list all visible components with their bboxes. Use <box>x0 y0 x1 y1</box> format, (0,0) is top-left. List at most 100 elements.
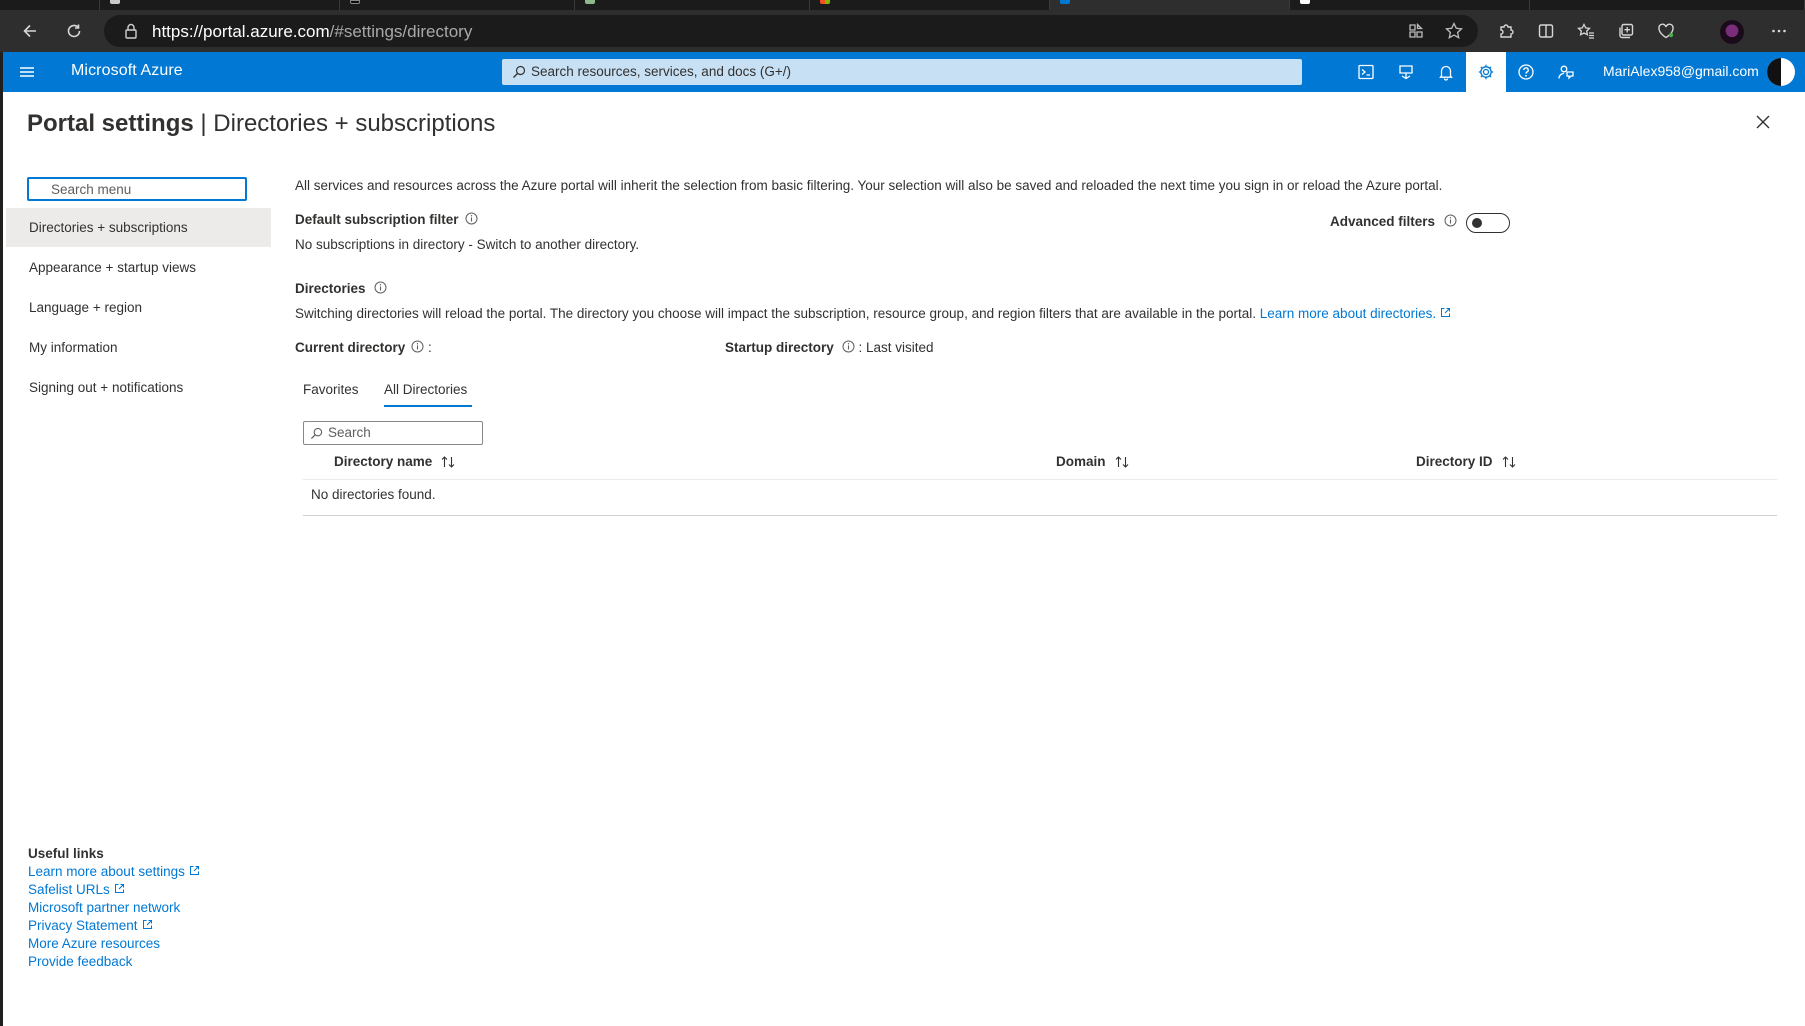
browser-tab[interactable] <box>1530 0 1805 10</box>
favorite-star-icon[interactable] <box>1444 21 1464 41</box>
url-text[interactable]: https://portal.azure.com/#settings/direc… <box>152 22 472 42</box>
provide-feedback-link[interactable]: Provide feedback <box>28 953 200 971</box>
directories-description-text: Switching directories will reload the po… <box>295 306 1256 321</box>
hamburger-menu-icon[interactable] <box>17 63 37 81</box>
back-arrow-icon <box>23 24 36 38</box>
tab-favicon-icon <box>1060 0 1070 4</box>
cloud-shell-button[interactable] <box>1346 52 1386 92</box>
puzzle-icon <box>1500 24 1514 38</box>
learn-directories-link[interactable]: Learn more about directories. <box>1260 306 1451 321</box>
feedback-person-icon <box>1558 65 1574 80</box>
settings-button[interactable] <box>1466 52 1506 92</box>
heart-pulse-icon <box>1658 23 1674 39</box>
browser-tab[interactable] <box>340 0 575 10</box>
learn-settings-link[interactable]: Learn more about settings <box>28 863 200 881</box>
more-azure-resources-link[interactable]: More Azure resources <box>28 935 200 953</box>
directory-search-input[interactable]: Search <box>303 421 483 445</box>
browser-essentials-button[interactable] <box>1652 17 1680 45</box>
url-host: https://portal.azure.com <box>152 22 330 41</box>
account-avatar[interactable] <box>1767 58 1795 86</box>
directory-switch-button[interactable] <box>1386 52 1426 92</box>
split-screen-button[interactable] <box>1532 17 1560 45</box>
external-link-icon <box>189 866 199 875</box>
tab-favicon-icon <box>110 0 120 4</box>
partner-network-link[interactable]: Microsoft partner network <box>28 899 200 917</box>
column-header-label: Domain <box>1056 454 1106 469</box>
info-icon[interactable] <box>465 212 478 225</box>
browser-tab[interactable] <box>100 0 340 10</box>
info-icon[interactable] <box>1444 214 1457 227</box>
column-header-label: Directory name <box>334 454 433 469</box>
tab-favicon-icon <box>350 0 360 4</box>
privacy-statement-link[interactable]: Privacy Statement <box>28 917 200 935</box>
current-directory-value: : <box>424 340 432 355</box>
info-icon[interactable] <box>374 281 387 294</box>
bell-icon <box>1439 65 1453 81</box>
app-available-icon[interactable] <box>1406 21 1426 41</box>
address-bar[interactable]: https://portal.azure.com/#settings/direc… <box>104 15 1478 47</box>
page-title-separator: | <box>193 110 214 137</box>
refresh-button[interactable] <box>60 17 88 45</box>
advanced-filters-toggle[interactable] <box>1466 213 1510 233</box>
page-title-bold: Portal settings <box>27 110 194 137</box>
advanced-filters-label-text: Advanced filters <box>1330 214 1436 229</box>
sort-arrows-icon[interactable] <box>440 455 456 469</box>
browser-tab[interactable] <box>575 0 810 10</box>
sort-arrows-icon[interactable] <box>1501 455 1517 469</box>
tab-favorites[interactable]: Favorites <box>303 382 359 397</box>
browser-tab-active[interactable] <box>1050 0 1290 10</box>
directories-description: Switching directories will reload the po… <box>295 306 1451 321</box>
nav-item-my-information[interactable]: My information <box>6 328 271 367</box>
safelist-urls-link[interactable]: Safelist URLs <box>28 881 200 899</box>
startup-directory: Startup directory : Last visited <box>725 340 934 355</box>
favorites-list-icon <box>1577 23 1594 39</box>
more-dots-icon <box>1772 29 1786 33</box>
column-header-domain[interactable]: Domain <box>1056 454 1130 469</box>
back-button[interactable] <box>16 17 44 45</box>
learn-directories-link-text: Learn more about directories. <box>1259 306 1437 321</box>
nav-item-language-region[interactable]: Language + region <box>6 288 271 327</box>
feedback-button[interactable] <box>1546 52 1586 92</box>
info-icon[interactable] <box>842 340 855 353</box>
directory-search-placeholder: Search <box>328 425 371 440</box>
default-filter-value: No subscriptions in directory - Switch t… <box>295 237 640 252</box>
close-icon[interactable] <box>1753 112 1773 132</box>
browser-tab[interactable] <box>1290 0 1530 10</box>
favorites-button[interactable] <box>1572 17 1600 45</box>
default-filter-label: Default subscription filter <box>295 212 478 227</box>
refresh-icon <box>67 24 81 38</box>
current-directory: Current directory : <box>295 340 432 355</box>
startup-directory-value: : Last visited <box>854 340 934 355</box>
page-title-section: Directories + subscriptions <box>213 110 496 137</box>
nav-item-directories-subscriptions[interactable]: Directories + subscriptions <box>6 208 271 247</box>
browser-profile-avatar[interactable] <box>1720 20 1744 44</box>
browser-toolbar: https://portal.azure.com/#settings/direc… <box>0 10 1805 52</box>
nav-item-signing-out[interactable]: Signing out + notifications <box>6 368 271 407</box>
lock-icon[interactable] <box>122 22 140 40</box>
browser-tab[interactable] <box>0 0 100 10</box>
column-header-directory-id[interactable]: Directory ID <box>1416 454 1517 469</box>
column-header-directory-name[interactable]: Directory name <box>334 454 456 469</box>
search-icon <box>310 427 323 440</box>
active-tab-indicator <box>384 405 472 407</box>
global-search-box[interactable]: Search resources, services, and docs (G+… <box>502 59 1302 85</box>
sort-arrows-icon[interactable] <box>1114 455 1130 469</box>
tab-favicon-icon <box>820 0 830 4</box>
nav-item-appearance-startup[interactable]: Appearance + startup views <box>6 248 271 287</box>
global-search-placeholder: Search resources, services, and docs (G+… <box>531 64 791 79</box>
help-button[interactable] <box>1506 52 1546 92</box>
azure-brand[interactable]: Microsoft Azure <box>71 62 183 80</box>
external-link-icon <box>1441 308 1451 317</box>
notifications-button[interactable] <box>1426 52 1466 92</box>
table-bottom-divider <box>303 515 1777 516</box>
info-icon[interactable] <box>411 340 424 353</box>
collections-button[interactable] <box>1612 17 1640 45</box>
browser-tab-strip <box>0 0 1805 10</box>
account-email[interactable]: MariAlex958@gmail.com <box>1603 63 1759 79</box>
extensions-button[interactable] <box>1492 17 1520 45</box>
settings-more-button[interactable] <box>1765 17 1793 45</box>
menu-search-input[interactable] <box>27 177 247 201</box>
useful-links-header: Useful links <box>28 846 104 861</box>
browser-tab[interactable] <box>810 0 1050 10</box>
tab-all-directories[interactable]: All Directories <box>384 382 467 397</box>
